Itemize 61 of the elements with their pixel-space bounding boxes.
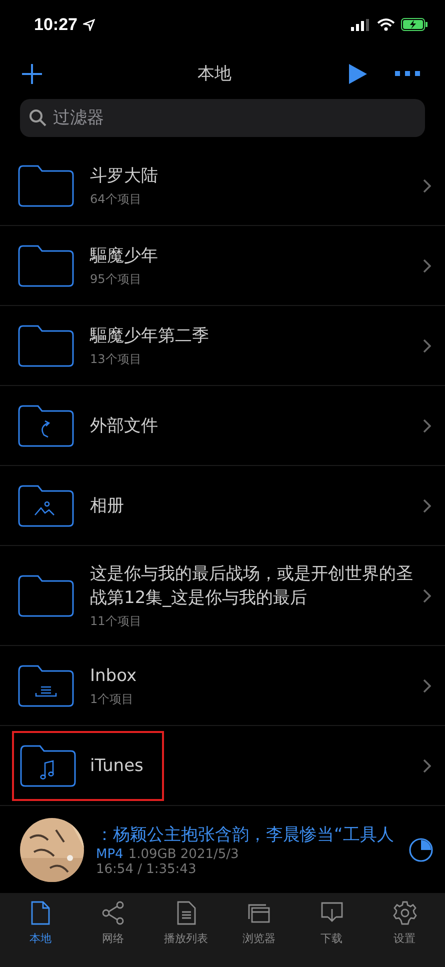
folder-name: 相册 (90, 494, 125, 518)
folder-row[interactable]: 驅魔少年 95个项目 (0, 226, 445, 306)
folder-row[interactable]: Inbox 1个项目 (0, 646, 445, 726)
location-icon (83, 18, 96, 31)
chevron-icon (423, 178, 431, 193)
folder-icon (18, 404, 74, 447)
folder-icon (20, 744, 76, 787)
folder-icon (18, 574, 74, 617)
tab[interactable]: 播放列表 (150, 901, 222, 967)
folder-row[interactable]: 相册 (0, 466, 445, 546)
chevron-icon (423, 588, 431, 603)
folder-name: 斗罗大陆 (90, 164, 159, 188)
search-field[interactable]: 过滤器 (20, 99, 425, 138)
battery-icon (401, 18, 428, 32)
chevron-icon (423, 678, 431, 693)
folder-icon (18, 164, 74, 207)
folder-row[interactable]: iTunes (0, 726, 445, 806)
play-icon[interactable] (349, 64, 367, 84)
chevron-icon (423, 258, 431, 273)
folder-icon (18, 244, 74, 287)
wifi-icon (377, 18, 395, 32)
folder-name: iTunes (90, 754, 144, 778)
item-count: 95个项目 (90, 270, 142, 288)
chevron-icon (423, 498, 431, 513)
chevron-icon (423, 758, 431, 773)
folder-row[interactable]: 驅魔少年第二季 13个项目 (0, 306, 445, 386)
chevron-icon (423, 418, 431, 433)
chevron-icon (423, 338, 431, 353)
playback-position: 16:54 / 1:35:43 (96, 862, 198, 877)
item-count: 64个项目 (90, 190, 142, 208)
nav-title: 本地 (196, 63, 232, 85)
folder-row[interactable]: 外部文件 (0, 386, 445, 466)
item-count: 11个项目 (90, 612, 142, 630)
folder-name: 驅魔少年 (90, 244, 159, 268)
item-count: 13个项目 (90, 350, 142, 368)
folder-icon (18, 664, 74, 707)
folder-row[interactable]: 斗罗大陆 64个项目 (0, 146, 445, 226)
folder-name: 驅魔少年第二季 (90, 324, 210, 348)
folder-icon (18, 324, 74, 367)
tab[interactable]: 设置 (368, 901, 441, 967)
folder-name: Inbox (90, 664, 138, 688)
share-icon (101, 901, 126, 926)
progress-icon (409, 838, 433, 862)
folder-icon (18, 484, 74, 527)
media-title[interactable]: ：杨颖公主抱张含韵，李晨惨当“工具人 (96, 822, 397, 847)
settings-icon (392, 901, 417, 926)
item-count: 1个项目 (90, 690, 135, 708)
signal-icon (351, 18, 371, 31)
tab[interactable]: 网络 (76, 901, 150, 967)
folder-name: 外部文件 (90, 414, 159, 438)
tab[interactable]: 浏览器 (222, 901, 296, 967)
folder-name: 这是你与我的最后战场，或是开创世界的圣战第12集_这是你与我的最后 (90, 562, 414, 610)
more-icon[interactable] (395, 70, 421, 76)
add-icon[interactable] (22, 64, 42, 84)
media-info: 1.09GB 2021/5/3 (128, 846, 239, 862)
status-time: 10:27 (34, 14, 78, 35)
folder-row[interactable]: 这是你与我的最后战场，或是开创世界的圣战第12集_这是你与我的最后 11个项目 (0, 546, 445, 646)
tab[interactable]: 本地 (4, 901, 77, 967)
search-icon (29, 109, 47, 128)
tab[interactable]: 下载 (295, 901, 368, 967)
media-format: MP4 (96, 846, 124, 862)
